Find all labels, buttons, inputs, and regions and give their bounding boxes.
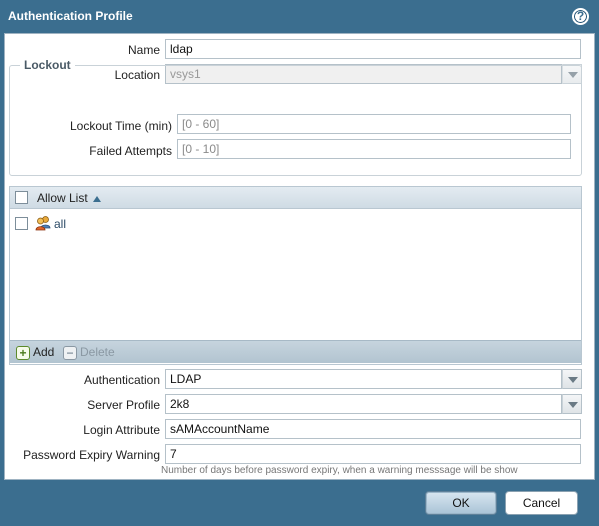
minus-icon: − (63, 345, 77, 360)
failed-attempts-input[interactable]: [0 - 10] (177, 139, 571, 159)
server-profile-select[interactable]: 2k8 (165, 394, 562, 414)
user-group-icon (35, 216, 51, 231)
password-expiry-input[interactable]: 7 (165, 444, 581, 464)
row-checkbox[interactable] (15, 217, 28, 230)
chevron-down-icon[interactable] (562, 369, 582, 389)
password-expiry-label: Password Expiry Warning (23, 448, 160, 462)
delete-label: Delete (80, 345, 115, 359)
server-profile-label: Server Profile (87, 398, 160, 412)
allow-list-column[interactable]: Allow List (37, 191, 101, 205)
sort-ascending-icon (92, 195, 101, 202)
name-input[interactable]: ldap (165, 39, 581, 59)
dialog-titlebar[interactable]: Authentication Profile ? (0, 0, 599, 33)
dialog-title: Authentication Profile (8, 9, 133, 23)
chevron-down-icon[interactable] (562, 394, 582, 414)
authentication-label: Authentication (83, 373, 160, 387)
add-label: Add (33, 345, 55, 359)
lockout-time-label: Lockout Time (min) (69, 119, 172, 133)
allow-list-grid: Allow List all + Add − Delete (9, 186, 582, 365)
login-attribute-label: Login Attribute (83, 423, 160, 437)
authentication-select[interactable]: LDAP (165, 369, 562, 389)
add-button[interactable]: + Add (16, 344, 54, 361)
delete-button[interactable]: − Delete (63, 344, 115, 361)
ok-button[interactable]: OK (425, 491, 497, 515)
allow-list-header[interactable]: Allow List (10, 187, 581, 209)
allow-list-toolbar: + Add − Delete (10, 340, 581, 363)
lockout-time-input[interactable]: [0 - 60] (177, 114, 571, 134)
help-icon[interactable]: ? (572, 8, 589, 25)
password-expiry-hint: Number of days before password expiry, w… (161, 465, 518, 476)
login-attribute-input[interactable]: sAMAccountName (165, 419, 581, 439)
plus-icon: + (16, 345, 30, 360)
select-all-checkbox[interactable] (15, 191, 28, 204)
allow-list-column-label: Allow List (37, 191, 88, 205)
authentication-profile-dialog: Authentication Profile ? Name ldap Locat… (0, 0, 599, 526)
name-label: Name (127, 43, 160, 57)
cancel-button[interactable]: Cancel (505, 491, 578, 515)
table-row[interactable]: all (10, 210, 581, 236)
failed-attempts-label: Failed Attempts (89, 144, 172, 158)
row-label: all (54, 217, 67, 231)
lockout-legend: Lockout (20, 58, 75, 72)
